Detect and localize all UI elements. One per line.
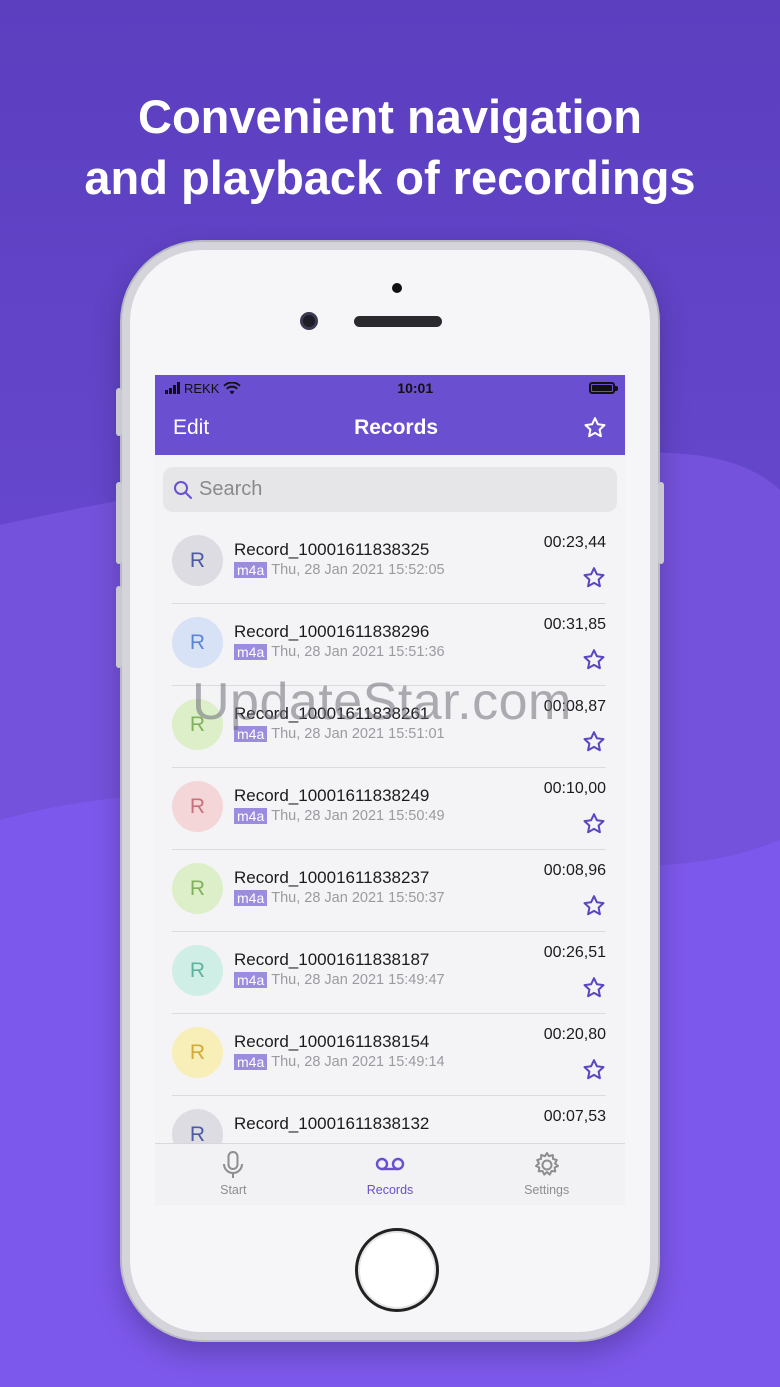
record-meta: m4a Thu, 28 Jan 2021 15:50:37 — [234, 890, 445, 906]
favorite-toggle[interactable] — [582, 1058, 606, 1087]
record-avatar: R — [172, 781, 223, 832]
search-field[interactable]: Search — [163, 467, 617, 512]
format-badge: m4a — [234, 890, 268, 906]
record-avatar: R — [172, 535, 223, 586]
record-duration: 00:10,00 — [543, 780, 606, 797]
carrier-label: REKK — [184, 380, 220, 396]
star-outline-icon — [583, 895, 605, 916]
home-button[interactable] — [355, 1228, 439, 1312]
wifi-icon — [223, 381, 242, 394]
app-screen: REKK 10:01 Edit Records Search R Record_… — [155, 375, 625, 1205]
headline-line-1: Convenient navigation — [138, 90, 642, 143]
record-name: Record_10001611838249 — [234, 786, 430, 805]
microphone-icon — [223, 1151, 244, 1178]
tab-start-label: Start — [220, 1183, 247, 1197]
nav-title: Records — [354, 416, 439, 439]
record-duration: 00:08,96 — [543, 862, 606, 879]
format-badge: m4a — [234, 644, 268, 660]
signal-icon — [165, 382, 180, 394]
phone-frame: REKK 10:01 Edit Records Search R Record_… — [116, 242, 664, 1340]
favorite-toggle[interactable] — [582, 976, 606, 1005]
record-meta: m4a Thu, 28 Jan 2021 15:49:14 — [234, 1054, 445, 1070]
record-name: Record_10001611838187 — [234, 950, 430, 969]
watermark: UpdateStar.com — [192, 673, 572, 731]
record-date: Thu, 28 Jan 2021 15:51:36 — [271, 644, 445, 660]
record-row[interactable]: R Record_10001611838249 m4a Thu, 28 Jan 202… — [172, 768, 606, 850]
record-row[interactable]: R Record_10001611838237 m4a Thu, 28 Jan 202… — [172, 850, 606, 932]
promo-headline: Convenient navigation and playback of re… — [0, 86, 780, 208]
volume-down-button — [116, 586, 122, 668]
record-duration: 00:23,44 — [543, 534, 606, 551]
record-date: Thu, 28 Jan 2021 15:50:49 — [271, 808, 445, 824]
record-date: Thu, 28 Jan 2021 15:49:47 — [271, 972, 445, 988]
record-name: Record_10001611838296 — [234, 622, 430, 641]
record-meta: m4a Thu, 28 Jan 2021 15:52:05 — [234, 562, 445, 578]
edit-button[interactable]: Edit — [173, 416, 209, 440]
record-row[interactable]: R Record_10001611838154 m4a Thu, 28 Jan 202… — [172, 1014, 606, 1096]
status-left: REKK — [165, 380, 242, 396]
record-duration: 00:07,53 — [543, 1108, 606, 1125]
tab-settings[interactable]: Settings — [468, 1144, 625, 1205]
record-row[interactable]: R Record_10001611838187 m4a Thu, 28 Jan 202… — [172, 932, 606, 1014]
favorite-toggle[interactable] — [582, 730, 606, 759]
status-bar: REKK 10:01 — [155, 375, 625, 401]
record-meta: m4a Thu, 28 Jan 2021 15:50:49 — [234, 808, 445, 824]
tab-records-label: Records — [366, 1183, 414, 1197]
record-name: Record_10001611838325 — [234, 540, 430, 559]
favorites-button[interactable] — [583, 416, 607, 440]
record-avatar: R — [172, 617, 223, 668]
volume-up-button — [116, 482, 122, 564]
format-badge: m4a — [234, 808, 268, 824]
format-badge: m4a — [234, 562, 268, 578]
front-camera — [300, 312, 318, 330]
record-duration: 00:31,85 — [543, 616, 606, 633]
star-outline-icon — [583, 649, 605, 670]
search-container: Search — [155, 455, 625, 522]
record-date: Thu, 28 Jan 2021 15:52:05 — [271, 562, 445, 578]
star-outline-icon — [583, 567, 605, 588]
favorite-toggle[interactable] — [582, 648, 606, 677]
record-name: Record_10001611838237 — [234, 868, 430, 887]
format-badge: m4a — [234, 1054, 268, 1070]
record-avatar: R — [172, 863, 223, 914]
status-time: 10:01 — [397, 380, 434, 396]
record-duration: 00:20,80 — [543, 1026, 606, 1043]
headline-line-2: and playback of recordings — [84, 151, 696, 204]
tab-records[interactable]: Records — [312, 1144, 469, 1205]
record-avatar: R — [172, 945, 223, 996]
proximity-sensor — [392, 283, 402, 293]
star-outline-icon — [583, 977, 605, 998]
favorite-toggle[interactable] — [582, 566, 606, 595]
navigation-bar: Edit Records — [155, 401, 625, 455]
record-name: Record_10001611838132 — [234, 1114, 430, 1133]
favorite-toggle[interactable] — [582, 894, 606, 923]
star-outline-icon — [583, 813, 605, 834]
tab-bar: Start Records Settings — [155, 1143, 625, 1205]
gear-icon — [534, 1152, 559, 1176]
favorite-toggle[interactable] — [582, 812, 606, 841]
battery-icon — [589, 382, 618, 394]
earpiece-speaker — [354, 316, 442, 327]
record-meta: m4a Thu, 28 Jan 2021 15:51:36 — [234, 644, 445, 660]
tab-settings-label: Settings — [524, 1183, 570, 1197]
search-icon — [174, 480, 192, 499]
record-row[interactable]: R Record_10001611838325 m4a Thu, 28 Jan 202… — [172, 522, 606, 604]
search-placeholder: Search — [199, 478, 263, 500]
record-duration: 00:26,51 — [543, 944, 606, 961]
star-outline-icon — [583, 731, 605, 752]
record-meta: m4a Thu, 28 Jan 2021 15:49:47 — [234, 972, 445, 988]
format-badge: m4a — [234, 972, 268, 988]
mute-switch — [116, 388, 122, 436]
record-name: Record_10001611838154 — [234, 1032, 430, 1051]
record-date: Thu, 28 Jan 2021 15:49:14 — [271, 1054, 445, 1070]
records-list: R Record_10001611838325 m4a Thu, 28 Jan 202… — [155, 522, 625, 1178]
record-avatar: R — [172, 1027, 223, 1078]
power-button — [658, 482, 664, 564]
record-date: Thu, 28 Jan 2021 15:50:37 — [271, 890, 445, 906]
tab-start[interactable]: Start — [155, 1144, 312, 1205]
voicemail-icon — [375, 1157, 405, 1171]
star-outline-icon — [583, 1059, 605, 1080]
star-outline-icon — [584, 417, 606, 438]
